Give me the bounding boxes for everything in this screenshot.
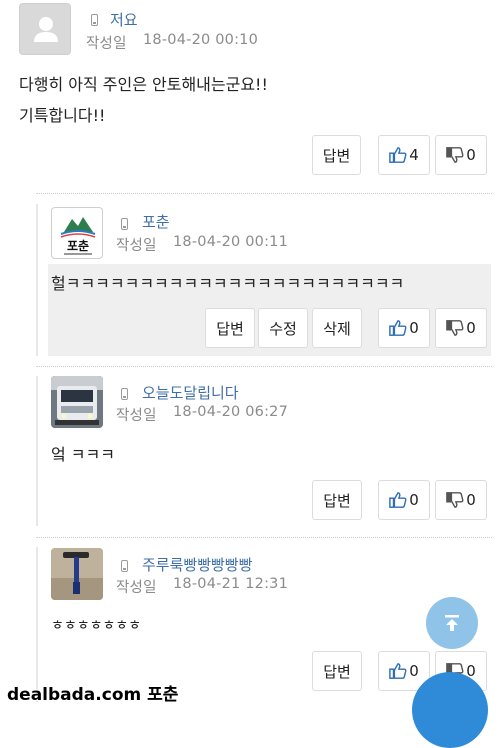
like-count: 0 — [409, 319, 419, 337]
comment-line: 기특합니다!! — [19, 106, 106, 125]
comment-body: 엌 ㅋㅋㅋ — [51, 445, 115, 464]
like-button[interactable]: 0 — [378, 308, 430, 348]
thumbs-up-icon — [389, 492, 407, 508]
author-name[interactable]: 주루룩빵빵빵빵빵 — [142, 554, 252, 575]
avatar-hammer[interactable] — [51, 548, 103, 600]
reply-indent-line — [36, 204, 38, 356]
like-button[interactable]: 4 — [378, 135, 430, 175]
scroll-top-button[interactable] — [426, 597, 478, 649]
reply-button[interactable]: 답변 — [205, 308, 255, 348]
post-date: 18-04-20 00:11 — [173, 234, 289, 250]
delete-label: 삭제 — [323, 319, 351, 338]
scroll-top-icon — [445, 615, 459, 631]
truck-photo-icon — [51, 376, 103, 428]
post-date: 18-04-20 06:27 — [173, 404, 289, 420]
reply-label: 답변 — [323, 662, 351, 681]
author-name[interactable]: 오늘도달립니다 — [142, 382, 239, 403]
reply-label: 답변 — [216, 319, 244, 338]
thumbs-up-icon — [389, 320, 407, 336]
comment-body: ㅎㅎㅎㅎㅎㅎㅎ — [51, 618, 142, 634]
reply-button[interactable]: 답변 — [312, 135, 361, 175]
mobile-icon — [91, 14, 98, 26]
dislike-button[interactable]: 0 — [435, 308, 487, 348]
dislike-count: 0 — [466, 491, 476, 509]
avatar-logo-text: 포춘 — [67, 238, 89, 253]
mobile-icon — [121, 560, 128, 572]
post-date-label: 작성일 — [116, 408, 157, 424]
mobile-icon — [121, 218, 128, 230]
avatar-pochun[interactable]: 포춘 — [51, 207, 103, 259]
like-count: 0 — [409, 491, 419, 509]
dislike-count: 0 — [466, 319, 476, 337]
user-placeholder-icon — [34, 17, 58, 42]
author-name[interactable]: 저요 — [110, 9, 138, 30]
watermark: dealbada.com 포춘 — [7, 685, 179, 705]
avatar-default[interactable] — [19, 3, 71, 55]
reply-indent-line — [36, 547, 38, 702]
divider — [36, 366, 492, 367]
post-date-label: 작성일 — [86, 36, 127, 52]
pochun-logo-icon: 포춘 — [60, 217, 96, 255]
author-name[interactable]: 포춘 — [142, 211, 170, 232]
thumbs-up-icon — [389, 147, 407, 163]
comment-4: 주루룩빵빵빵빵빵 작성일 18-04-21 12:31 ㅎㅎㅎㅎㅎㅎㅎ 답변 0… — [48, 547, 491, 702]
edit-label: 수정 — [269, 319, 297, 338]
post-date: 18-04-20 00:10 — [143, 32, 259, 48]
thumbs-up-icon — [389, 663, 407, 679]
dislike-button[interactable]: 0 — [435, 135, 487, 175]
post-date-label: 작성일 — [116, 580, 157, 596]
comment-3: 오늘도달립니다 작성일 18-04-20 06:27 엌 ㅋㅋㅋ 답변 0 0 — [48, 376, 491, 526]
reply-indent-line — [36, 376, 38, 526]
comment-body: 헐ㅋㅋㅋㅋㅋㅋㅋㅋㅋㅋㅋㅋㅋㅋㅋㅋㅋㅋㅋㅋㅋㅋㅋ — [51, 274, 405, 293]
reply-label: 답변 — [322, 146, 351, 165]
divider — [36, 537, 492, 538]
comment-line: 다행히 아직 주인은 안토해내는군요!! — [19, 75, 268, 94]
reply-label: 답변 — [323, 491, 351, 510]
dislike-count: 0 — [466, 146, 476, 164]
floating-action-button[interactable] — [412, 672, 488, 748]
like-count: 0 — [409, 662, 419, 680]
thumbs-down-icon — [446, 147, 464, 163]
post-date-label: 작성일 — [116, 238, 157, 254]
like-count: 4 — [409, 146, 419, 164]
comment-1: 저요 작성일 18-04-20 00:10 다행히 아직 주인은 안토해내는군요… — [0, 0, 500, 185]
hammer-photo-icon — [51, 548, 103, 600]
delete-button[interactable]: 삭제 — [312, 308, 362, 348]
reply-button[interactable]: 답변 — [312, 651, 362, 691]
divider — [36, 193, 492, 194]
avatar-truck[interactable] — [51, 376, 103, 428]
comment-2: 포춘 포춘 작성일 18-04-20 00:11 헐ㅋㅋㅋㅋㅋㅋㅋㅋㅋㅋㅋㅋㅋㅋ… — [48, 204, 491, 356]
thumbs-down-icon — [446, 320, 464, 336]
post-date: 18-04-21 12:31 — [173, 576, 289, 592]
comment-body: 다행히 아직 주인은 안토해내는군요!! 기특합니다!! — [19, 69, 268, 131]
edit-button[interactable]: 수정 — [258, 308, 308, 348]
like-button[interactable]: 0 — [378, 480, 430, 520]
reply-button[interactable]: 답변 — [312, 480, 362, 520]
mobile-icon — [121, 388, 128, 400]
thumbs-down-icon — [446, 492, 464, 508]
dislike-button[interactable]: 0 — [435, 480, 487, 520]
